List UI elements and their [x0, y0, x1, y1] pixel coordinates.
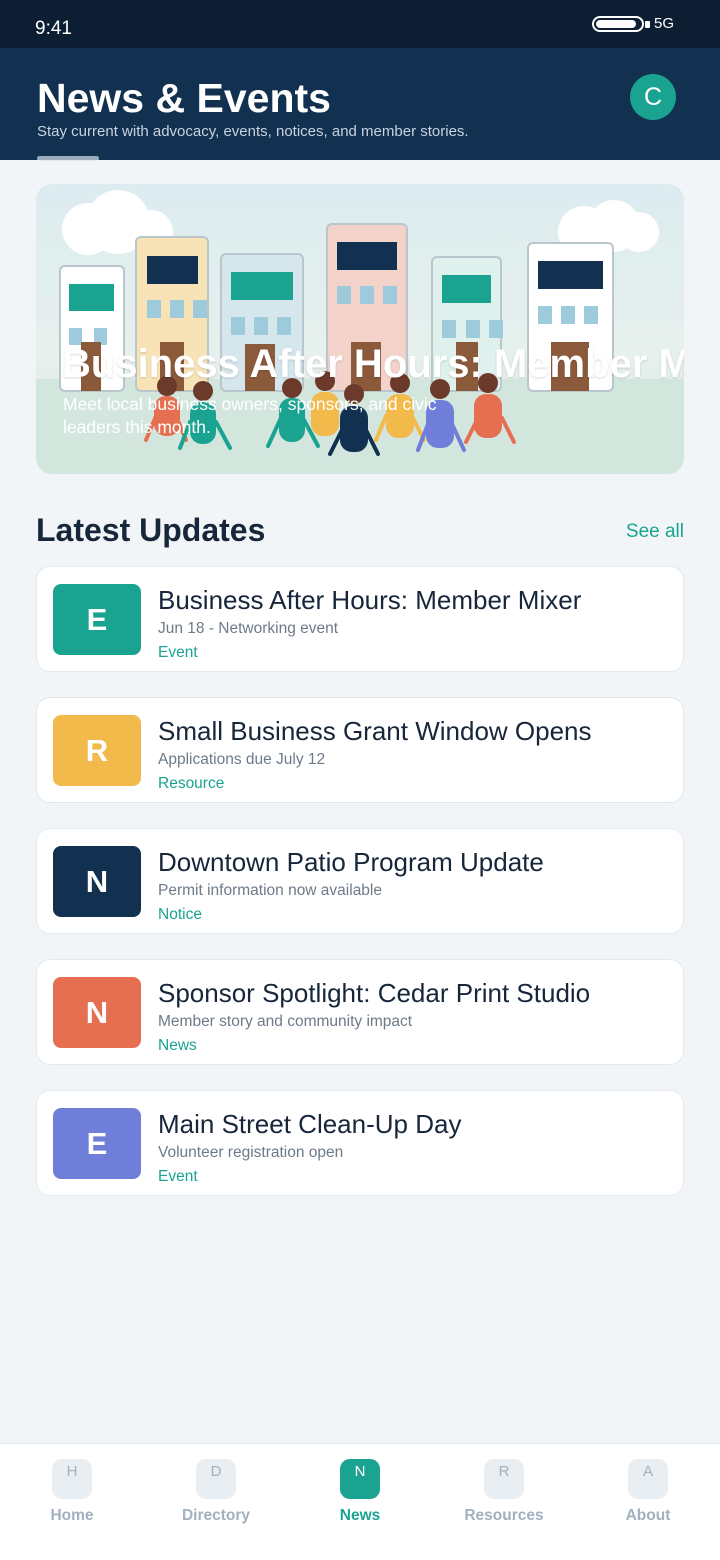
update-tag: Notice: [158, 906, 202, 923]
about-icon: A: [628, 1459, 668, 1499]
update-tag: Resource: [158, 775, 225, 792]
battery-fill: [595, 19, 636, 28]
network-label: 5G: [653, 15, 674, 32]
tab-about[interactable]: A About: [576, 1459, 720, 1525]
see-all-link[interactable]: See all: [626, 521, 684, 543]
update-badge: N: [53, 846, 141, 917]
update-card[interactable]: N Sponsor Spotlight: Cedar Print Studio …: [36, 959, 684, 1065]
update-card[interactable]: N Downtown Patio Program Update Permit i…: [36, 828, 684, 934]
update-meta: Member story and community impact: [158, 1013, 413, 1030]
news-icon: N: [340, 1459, 380, 1499]
battery-tip: [644, 20, 650, 28]
scroll-shadow-text: [37, 156, 99, 161]
update-card[interactable]: R Small Business Grant Window Opens Appl…: [36, 697, 684, 803]
page-header: News & Events Stay current with advocacy…: [0, 48, 720, 160]
tab-label: News: [339, 1507, 381, 1524]
updates-list: E Business After Hours: Member Mixer Jun…: [36, 566, 684, 1221]
page-title: News & Events: [37, 75, 331, 121]
tab-label: Resources: [464, 1507, 544, 1524]
update-title: Sponsor Spotlight: Cedar Print Studio: [158, 978, 591, 1008]
home-icon: H: [52, 1459, 92, 1499]
update-card[interactable]: E Main Street Clean-Up Day Volunteer reg…: [36, 1090, 684, 1196]
update-badge: E: [53, 1108, 141, 1179]
avatar[interactable]: C: [630, 74, 676, 120]
status-indicators: 5G: [591, 15, 674, 32]
update-badge: R: [53, 715, 141, 786]
update-title: Small Business Grant Window Opens: [158, 716, 592, 746]
update-title: Downtown Patio Program Update: [158, 847, 544, 877]
update-tag: Event: [158, 644, 198, 661]
tab-news[interactable]: N News: [288, 1459, 432, 1525]
tab-label: Home: [50, 1507, 94, 1524]
status-time: 9:41: [35, 18, 72, 39]
featured-event-subtitle: Meet local business owners, sponsors, an…: [63, 394, 437, 437]
update-tag: News: [158, 1037, 197, 1054]
tab-resources[interactable]: R Resources: [432, 1459, 576, 1525]
featured-event-title: Business After Hours: Member Mixer: [62, 342, 684, 386]
status-bar: 9:41 5G: [0, 0, 720, 48]
tab-home[interactable]: H Home: [0, 1459, 144, 1525]
update-title: Main Street Clean-Up Day: [158, 1109, 462, 1139]
update-badge: E: [53, 584, 141, 655]
update-badge: N: [53, 977, 141, 1048]
update-meta: Permit information now available: [158, 882, 382, 899]
resources-icon: R: [484, 1459, 524, 1499]
directory-icon: D: [196, 1459, 236, 1499]
update-meta: Volunteer registration open: [158, 1144, 344, 1161]
tab-label: About: [625, 1507, 671, 1524]
featured-event-banner[interactable]: Business After Hours: Member Mixer Meet …: [36, 184, 684, 474]
update-tag: Event: [158, 1168, 198, 1185]
update-title: Business After Hours: Member Mixer: [158, 585, 582, 615]
page-subtitle: Stay current with advocacy, events, noti…: [37, 123, 469, 140]
update-meta: Applications due July 12: [158, 751, 326, 768]
bottom-tab-bar: H Home D Directory N News R Resources A …: [0, 1443, 720, 1560]
tab-label: Directory: [181, 1507, 251, 1524]
section-title: Latest Updates: [36, 512, 266, 548]
update-meta: Jun 18 - Networking event: [158, 620, 339, 637]
tab-directory[interactable]: D Directory: [144, 1459, 288, 1525]
battery-icon: [591, 15, 650, 32]
update-card[interactable]: E Business After Hours: Member Mixer Jun…: [36, 566, 684, 672]
